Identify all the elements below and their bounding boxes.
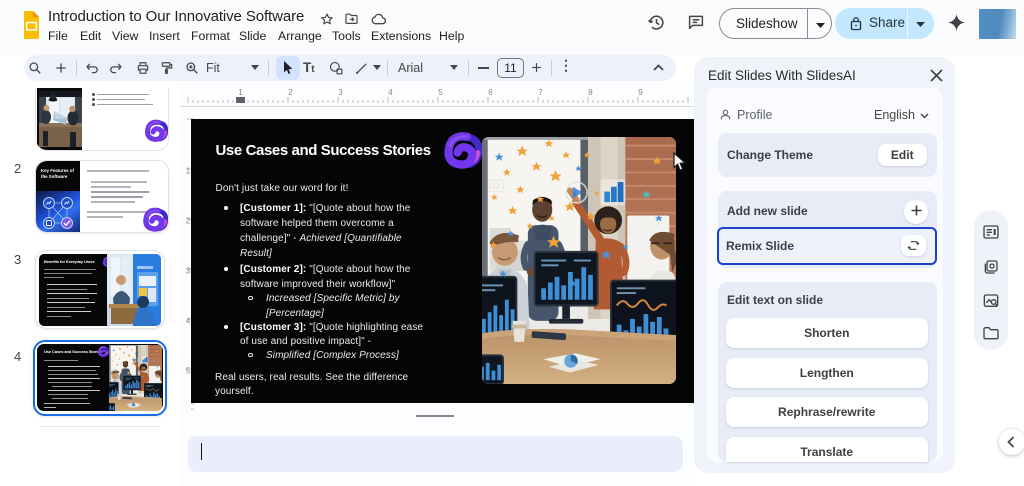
svg-text:5: 5: [438, 88, 443, 97]
svg-text:9: 9: [638, 88, 643, 97]
svg-text:7: 7: [538, 88, 543, 97]
svg-text:4: 4: [388, 88, 393, 97]
svg-text:2: 2: [288, 88, 293, 97]
svg-text:1: 1: [238, 88, 243, 97]
svg-text:3: 3: [338, 88, 343, 97]
svg-text:6: 6: [488, 88, 493, 97]
svg-text:8: 8: [588, 88, 593, 97]
